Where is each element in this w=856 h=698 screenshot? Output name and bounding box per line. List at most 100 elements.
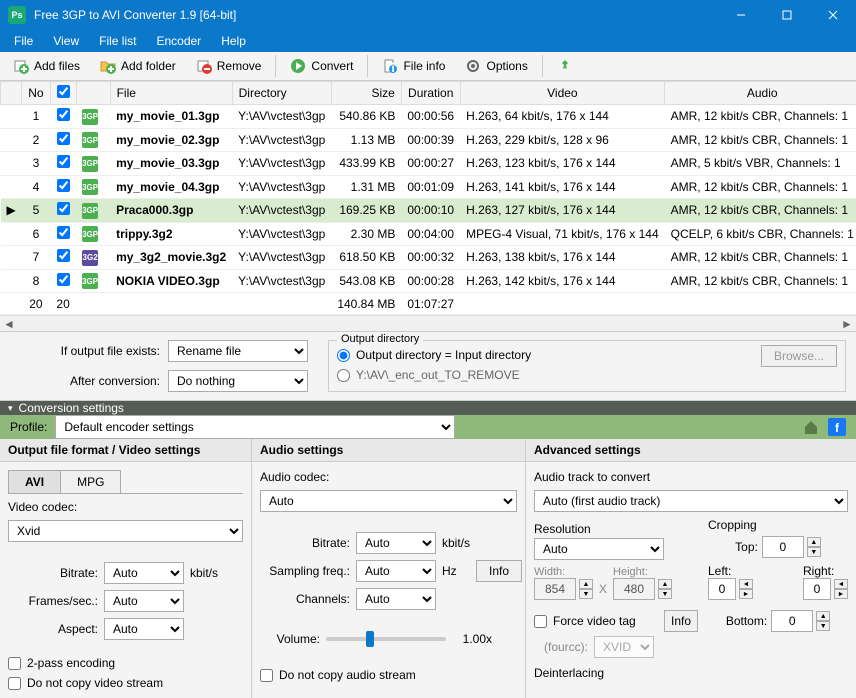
crop-bottom-input[interactable] — [771, 610, 813, 632]
menu-filelist[interactable]: File list — [89, 30, 146, 52]
menu-help[interactable]: Help — [211, 30, 256, 52]
row-checkbox[interactable] — [57, 179, 70, 192]
tab-mpg[interactable]: MPG — [60, 470, 121, 493]
file-audio: AMR, 12 kbit/s CBR, Channels: 1 — [665, 105, 856, 129]
row-checkbox[interactable] — [57, 249, 70, 262]
col-file[interactable]: File — [110, 82, 232, 105]
crop-right-input[interactable] — [803, 578, 831, 600]
track-select[interactable]: Auto (first audio track) — [534, 490, 848, 512]
tab-avi[interactable]: AVI — [8, 470, 61, 493]
height-up[interactable]: ▲ — [658, 579, 672, 589]
force-info-button[interactable]: Info — [664, 610, 698, 632]
minimize-button[interactable] — [718, 0, 764, 30]
col-dir[interactable]: Directory — [232, 82, 331, 105]
maximize-button[interactable] — [764, 0, 810, 30]
aspect-select[interactable]: Auto — [104, 618, 184, 640]
nocopy-audio-checkbox[interactable] — [260, 669, 273, 682]
check-all[interactable] — [57, 85, 70, 98]
table-row[interactable]: 23GPmy_movie_02.3gpY:\AV\vctest\3gp1.13 … — [1, 128, 856, 152]
cropping-label: Cropping — [708, 518, 757, 532]
outdir-custom-radio[interactable] — [337, 369, 350, 382]
video-codec-select[interactable]: Xvid — [8, 520, 243, 542]
height-input[interactable] — [613, 578, 655, 600]
file-video: H.263, 123 kbit/s, 176 x 144 — [460, 152, 665, 176]
file-duration: 00:00:56 — [401, 105, 460, 129]
facebook-icon[interactable]: f — [828, 418, 846, 436]
audio-info-button[interactable]: Info — [476, 560, 522, 582]
fps-select[interactable]: Auto — [104, 590, 184, 612]
file-name: my_movie_02.3gp — [116, 133, 219, 147]
col-no[interactable]: No — [22, 82, 50, 105]
profile-select[interactable]: Default encoder settings — [55, 415, 455, 439]
row-checkbox[interactable] — [57, 155, 70, 168]
row-checkbox[interactable] — [57, 132, 70, 145]
menu-encoder[interactable]: Encoder — [146, 30, 211, 52]
abitrate-select[interactable]: Auto — [356, 532, 436, 554]
file-dir: Y:\AV\vctest\3gp — [232, 152, 331, 176]
nocopy-video-checkbox[interactable] — [8, 677, 21, 690]
table-row[interactable]: 13GPmy_movie_01.3gpY:\AV\vctest\3gp540.8… — [1, 105, 856, 129]
remove-label: Remove — [217, 59, 262, 73]
audio-codec-select[interactable]: Auto — [260, 490, 517, 512]
channels-select[interactable]: Auto — [356, 588, 436, 610]
table-row[interactable]: 83GPNOKIA VIDEO.3gpY:\AV\vctest\3gp543.0… — [1, 269, 856, 293]
menu-view[interactable]: View — [43, 30, 89, 52]
home-icon[interactable] — [802, 418, 820, 436]
add-folder-button[interactable]: Add folder — [91, 54, 185, 78]
conversion-settings-header[interactable]: ▾ Conversion settings — [0, 401, 856, 415]
twopass-checkbox[interactable] — [8, 657, 21, 670]
file-name: my_movie_01.3gp — [116, 109, 219, 123]
table-row[interactable]: 43GPmy_movie_04.3gpY:\AV\vctest\3gp1.31 … — [1, 175, 856, 199]
options-button[interactable]: Options — [456, 54, 536, 78]
col-dur[interactable]: Duration — [401, 82, 460, 105]
file-info-button[interactable]: i File info — [373, 54, 454, 78]
fps-label: Frames/sec.: — [8, 594, 98, 608]
width-down[interactable]: ▼ — [579, 589, 593, 599]
table-row[interactable]: 33GPmy_movie_03.3gpY:\AV\vctest\3gp433.9… — [1, 152, 856, 176]
crop-top-input[interactable] — [762, 536, 804, 558]
width-up[interactable]: ▲ — [579, 579, 593, 589]
table-row[interactable]: 73G2my_3g2_movie.3g2Y:\AV\vctest\3gp618.… — [1, 246, 856, 270]
row-checkbox[interactable] — [57, 108, 70, 121]
outdir-same-radio[interactable] — [337, 349, 350, 362]
table-row[interactable]: ▶53GPPraca000.3gpY:\AV\vctest\3gp169.25 … — [1, 199, 856, 223]
remove-button[interactable]: Remove — [187, 54, 271, 78]
volume-slider[interactable] — [326, 637, 446, 641]
file-video: H.263, 127 kbit/s, 176 x 144 — [460, 199, 665, 223]
srate-select[interactable]: Auto — [356, 560, 436, 582]
width-input[interactable] — [534, 578, 576, 600]
crop-right-label: Right: — [803, 564, 848, 578]
fourcc-select[interactable]: XVID — [594, 636, 654, 658]
col-audio[interactable]: Audio — [665, 82, 856, 105]
vbitrate-select[interactable]: Auto — [104, 562, 184, 584]
exists-select[interactable]: Rename file — [168, 340, 308, 362]
height-down[interactable]: ▼ — [658, 589, 672, 599]
force-tag-checkbox[interactable] — [534, 615, 547, 628]
col-check[interactable] — [50, 82, 76, 105]
file-name: trippy.3g2 — [116, 227, 172, 241]
row-checkbox[interactable] — [57, 273, 70, 286]
vbitrate-unit: kbit/s — [190, 566, 218, 580]
resolution-select[interactable]: Auto — [534, 538, 664, 560]
close-button[interactable] — [810, 0, 856, 30]
row-checkbox[interactable] — [57, 202, 70, 215]
crop-left-input[interactable] — [708, 578, 736, 600]
convert-button[interactable]: Convert — [281, 54, 362, 78]
add-files-button[interactable]: Add files — [4, 54, 89, 78]
resolution-label: Resolution — [534, 522, 591, 536]
scroll-left-icon[interactable]: ◄ — [2, 317, 16, 331]
menu-file[interactable]: File — [4, 30, 43, 52]
col-video[interactable]: Video — [460, 82, 665, 105]
after-select[interactable]: Do nothing — [168, 370, 308, 392]
file-video: MPEG-4 Visual, 71 kbit/s, 176 x 144 — [460, 222, 665, 246]
row-checkbox[interactable] — [57, 226, 70, 239]
table-row[interactable]: 63GPtrippy.3g2Y:\AV\vctest\3gp2.30 MB00:… — [1, 222, 856, 246]
horizontal-scrollbar[interactable]: ◄ ► — [0, 315, 856, 331]
col-size[interactable]: Size — [331, 82, 401, 105]
window-title: Free 3GP to AVI Converter 1.9 [64-bit] — [34, 8, 718, 22]
scroll-right-icon[interactable]: ► — [840, 317, 854, 331]
browse-button[interactable]: Browse... — [761, 345, 837, 367]
width-label: Width: — [534, 566, 593, 578]
outdir-custom-label: Y:\AV\_enc_out_TO_REMOVE — [356, 368, 520, 382]
pin-button[interactable] — [548, 54, 582, 78]
